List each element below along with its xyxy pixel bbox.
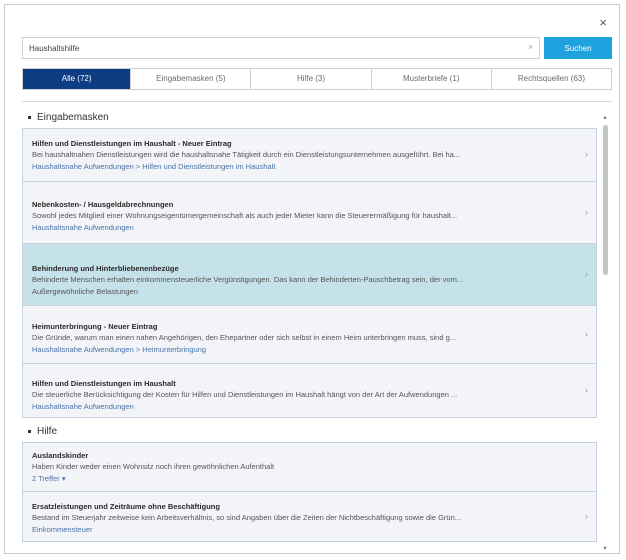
result-breadcrumb[interactable]: Haushaltsnahe Aufwendungen [32, 402, 596, 411]
result-breadcrumb[interactable]: Einkommensteuer [32, 525, 596, 534]
scroll-down-icon[interactable]: ▼ [602, 546, 608, 552]
chevron-right-icon: › [585, 384, 588, 395]
section-title-text: Eingabemasken [37, 112, 109, 123]
result-breadcrumb[interactable]: Außergewöhnliche Belastungen [32, 287, 596, 296]
result-description: Sowohl jedes Mitglied einer Wohnungseige… [32, 211, 458, 220]
result-card-highlighted[interactable]: Behinderung und Hinterbliebenenbezüge Be… [22, 244, 597, 306]
bullet-icon [28, 429, 31, 433]
bullet-icon [28, 115, 31, 119]
search-button[interactable]: Suchen [544, 37, 612, 59]
chevron-right-icon: › [585, 149, 588, 159]
result-card[interactable]: Heimunterbringung - Neuer Eintrag Die Gr… [22, 306, 597, 364]
scroll-thumb[interactable] [603, 125, 608, 275]
chevron-right-icon: › [585, 268, 588, 279]
result-card[interactable]: Ersatzleistungen und Zeiträume ohne Besc… [22, 492, 597, 542]
result-card[interactable]: Nebenkosten- / Hausgeldabrechnungen Sowo… [22, 182, 597, 244]
result-description: Behinderte Menschen erhalten einkommenst… [32, 275, 464, 284]
scroll-up-icon[interactable]: ▲ [602, 115, 608, 121]
result-card[interactable]: Hilfen und Dienstleistungen im Haushalt … [22, 364, 597, 418]
result-title: Hilfen und Dienstleistungen im Haushalt … [32, 139, 232, 148]
section-title-text: Hilfe [37, 426, 58, 437]
result-title: Auslandskinder [32, 451, 89, 460]
tab-rechtsquellen[interactable]: Rechtsquellen (63) [492, 69, 611, 89]
filter-tabs: Alle (72) Eingabemasken (5) Hilfe (3) Mu… [22, 68, 612, 90]
result-description: Bei haushaltnahen Dienstleistungen wird … [32, 150, 461, 159]
results-list: Eingabemasken Hilfen und Dienstleistunge… [22, 108, 597, 542]
search-input[interactable] [22, 37, 540, 59]
section-title-eingabemasken: Eingabemasken [22, 108, 597, 128]
result-title: Hilfen und Dienstleistungen im Haushalt [32, 379, 176, 388]
result-breadcrumb[interactable]: Haushaltsnahe Aufwendungen > Heimunterbr… [32, 345, 596, 354]
result-breadcrumb[interactable]: 2 Treffer ▾ [32, 474, 596, 483]
clear-icon[interactable]: × [528, 42, 533, 52]
chevron-right-icon: › [585, 510, 588, 521]
tab-eingabemasken[interactable]: Eingabemasken (5) [131, 69, 252, 89]
result-card[interactable]: Hilfen und Dienstleistungen im Haushalt … [22, 128, 597, 182]
result-description: Haben Kinder weder einen Wohnsitz noch i… [32, 462, 275, 471]
chevron-right-icon: › [585, 206, 588, 217]
result-card[interactable]: Auslandskinder Haben Kinder weder einen … [22, 442, 597, 492]
tab-hilfe[interactable]: Hilfe (3) [251, 69, 372, 89]
tab-all[interactable]: Alle (72) [23, 69, 132, 89]
divider [22, 101, 612, 102]
result-title: Ersatzleistungen und Zeiträume ohne Besc… [32, 502, 220, 511]
result-description: Die Gründe, warum man einen nahen Angehö… [32, 333, 456, 342]
result-breadcrumb[interactable]: Haushaltsnahe Aufwendungen [32, 223, 596, 232]
close-icon[interactable]: × [599, 15, 607, 30]
tab-musterbriefe[interactable]: Musterbriefe (1) [372, 69, 492, 89]
result-title: Nebenkosten- / Hausgeldabrechnungen [32, 200, 174, 209]
result-description: Bestand im Steuerjahr zeitweise kein Arb… [32, 513, 461, 522]
result-breadcrumb[interactable]: Haushaltsnahe Aufwendungen > Hilfen und … [32, 162, 596, 171]
result-title: Heimunterbringung - Neuer Eintrag [32, 322, 158, 331]
result-title: Behinderung und Hinterbliebenenbezüge [32, 264, 179, 273]
search-row: × Suchen [22, 37, 612, 59]
chevron-right-icon: › [585, 328, 588, 339]
search-dialog: × × Suchen Alle (72) Eingabemasken (5) H… [4, 4, 620, 554]
section-title-hilfe: Hilfe [22, 422, 597, 442]
scrollbar[interactable]: ▲ ▼ [602, 115, 608, 552]
result-description: Die steuerliche Berücksichtigung der Kos… [32, 390, 458, 399]
